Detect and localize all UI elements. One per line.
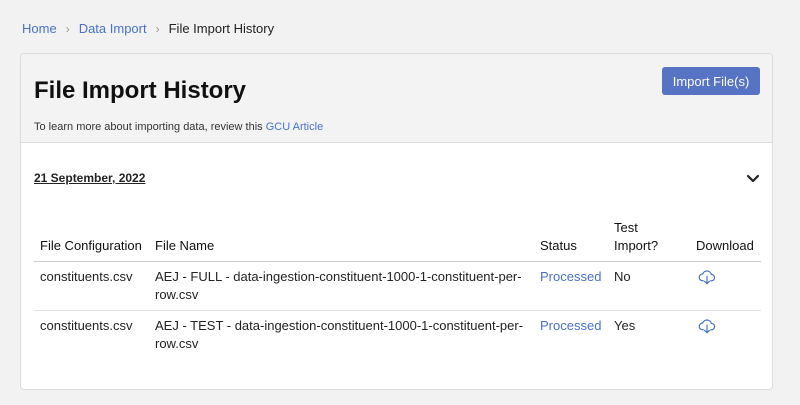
cell-download [690, 261, 761, 310]
column-header-test-import: Test Import? [608, 217, 690, 262]
cloud-download-icon[interactable] [698, 317, 716, 335]
cell-file-name: AEJ - TEST - data-ingestion-constituent-… [149, 309, 534, 359]
import-history-card: File Import History To learn more about … [20, 53, 773, 390]
cell-status[interactable]: Processed [534, 309, 608, 359]
table-row: constituents.csv AEJ - TEST - data-inges… [34, 309, 761, 359]
cell-download [690, 309, 761, 359]
breadcrumb-separator-icon: › [65, 21, 70, 36]
breadcrumb-separator-icon: › [155, 21, 160, 36]
cell-status[interactable]: Processed [534, 261, 608, 310]
card-header: File Import History To learn more about … [21, 54, 772, 143]
learn-more-prefix: To learn more about importing data, revi… [34, 121, 263, 133]
breadcrumb-home-link[interactable]: Home [22, 21, 57, 36]
page-title: File Import History [34, 77, 247, 104]
cell-test-import: No [614, 268, 631, 284]
cell-test-import: Yes [608, 309, 690, 359]
cell-file-name: AEJ - FULL - data-ingestion-constituent-… [155, 268, 522, 302]
gcu-article-link[interactable]: GCU Article [266, 121, 323, 133]
table-row: constituents.csv AEJ - FULL - data-inges… [34, 261, 761, 310]
cloud-download-icon[interactable] [698, 268, 716, 286]
column-header-file-name: File Name [149, 217, 534, 262]
cell-file-configuration: constituents.csv [40, 268, 133, 284]
import-files-button[interactable]: Import File(s) [662, 67, 760, 95]
section-date-heading[interactable]: 21 September, 2022 [34, 171, 145, 185]
import-history-table: File Configuration File Name Status Test… [34, 217, 761, 359]
breadcrumb-current: File Import History [168, 21, 275, 36]
table-header-row: File Configuration File Name Status Test… [34, 217, 761, 262]
column-header-file-configuration: File Configuration [34, 217, 149, 262]
breadcrumb: Home › Data Import › File Import History [22, 21, 274, 36]
chevron-down-icon[interactable] [745, 172, 761, 186]
breadcrumb-data-import-link[interactable]: Data Import [79, 21, 147, 36]
learn-more-text: To learn more about importing data, revi… [34, 121, 323, 133]
cell-file-configuration: constituents.csv [34, 309, 149, 359]
column-header-status: Status [534, 217, 608, 262]
column-header-download: Download [690, 217, 761, 262]
